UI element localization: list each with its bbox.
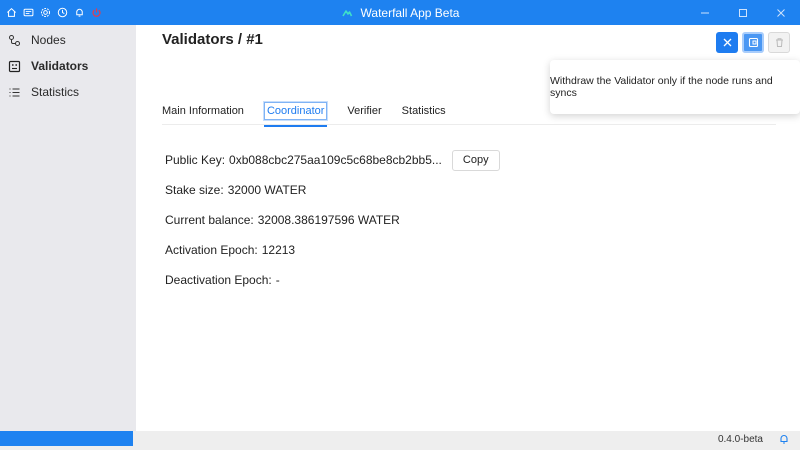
sidebar-item-label: Nodes [31, 33, 66, 47]
delete-button[interactable] [768, 32, 790, 53]
settings-icon[interactable] [40, 7, 51, 18]
coordinator-info: Public Key: 0xb088cbc275aa109c5c68be8cb2… [165, 145, 500, 295]
copy-button[interactable]: Copy [451, 149, 500, 171]
stake-row: Stake size: 32000 WATER [165, 175, 500, 205]
withdraw-icon [748, 37, 758, 48]
sidebar-item-label: Validators [31, 59, 89, 73]
main-content: Validators / #1 Withdraw the Validator o… [136, 25, 800, 431]
notification-bell-icon[interactable] [778, 433, 790, 445]
maximize-button[interactable] [724, 0, 762, 25]
bell-icon[interactable] [74, 7, 85, 18]
window-controls [686, 0, 800, 25]
minimize-icon [701, 12, 709, 13]
public-key-label: Public Key: [165, 153, 226, 167]
tab-bar: Main Information Coordinator Verifier St… [162, 98, 776, 127]
power-icon[interactable] [91, 7, 102, 18]
sidebar-item-label: Statistics [31, 85, 80, 99]
activation-row: Activation Epoch: 12213 [165, 235, 500, 265]
tab-coordinator[interactable]: Coordinator [263, 102, 328, 127]
page-title: Validators / #1 [162, 31, 263, 48]
waterfall-logo-icon [341, 9, 352, 16]
action-buttons [716, 32, 790, 53]
balance-row: Current balance: 32008.386197596 WATER [165, 205, 500, 235]
balance-label: Current balance: [165, 213, 254, 227]
public-key-row: Public Key: 0xb088cbc275aa109c5c68be8cb2… [165, 145, 500, 175]
sidebar: Nodes Validators Statistics [0, 25, 136, 431]
close-window-button[interactable] [762, 0, 800, 25]
minimize-button[interactable] [686, 0, 724, 25]
sidebar-item-statistics[interactable]: Statistics [0, 79, 136, 105]
window-title: Waterfall App Beta [360, 5, 460, 20]
sidebar-item-validators[interactable]: Validators [0, 53, 136, 79]
validator-icon [8, 60, 21, 72]
stake-label: Stake size: [165, 183, 224, 197]
titlebar-icons [0, 0, 102, 25]
public-key-value: 0xb088cbc275aa109c5c68be8cb2bb5... [229, 153, 442, 167]
list-icon [9, 88, 20, 96]
tab-statistics[interactable]: Statistics [402, 98, 446, 124]
trash-icon [775, 38, 783, 47]
close-icon [723, 38, 731, 47]
deactivation-value: - [275, 273, 280, 287]
app-version: 0.4.0-beta [717, 434, 763, 445]
withdraw-button[interactable] [742, 32, 764, 53]
activation-value: 12213 [261, 243, 296, 257]
stake-value: 32000 WATER [227, 183, 307, 197]
maximize-icon [739, 8, 747, 17]
activation-label: Activation Epoch: [165, 243, 258, 257]
home-icon[interactable] [6, 7, 17, 18]
balance-value: 32008.386197596 WATER [257, 213, 400, 227]
close-validator-button[interactable] [716, 32, 738, 53]
clock-icon[interactable] [57, 7, 68, 18]
tab-verifier[interactable]: Verifier [347, 98, 381, 124]
sync-progress-bar [0, 431, 133, 446]
status-bar: 0.4.0-beta [0, 431, 800, 450]
title-bar: Waterfall App Beta [0, 0, 800, 25]
wallet-icon[interactable] [23, 7, 34, 18]
deactivation-label: Deactivation Epoch: [165, 273, 272, 287]
nodes-icon [9, 34, 20, 46]
close-icon [777, 8, 785, 17]
sidebar-item-nodes[interactable]: Nodes [0, 27, 136, 53]
deactivation-row: Deactivation Epoch: - [165, 265, 500, 295]
tab-main-information[interactable]: Main Information [162, 98, 244, 124]
